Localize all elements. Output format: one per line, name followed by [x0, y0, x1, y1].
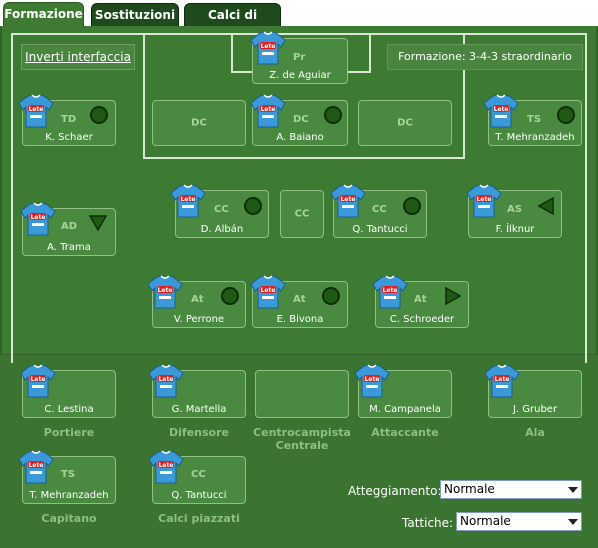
- player-name: V. Perrone: [173, 314, 225, 325]
- slot-position: AD: [61, 221, 78, 232]
- bench-label-portiere: Portiere: [43, 426, 95, 439]
- player-name: C. Schroeder: [389, 314, 455, 325]
- bench-label-centrocampista: Centrocampista Centrale: [246, 426, 358, 452]
- player-name: D. Albán: [200, 224, 244, 235]
- slot-position: DC: [191, 117, 207, 129]
- bench-label-line: Centrale: [275, 439, 329, 452]
- slot-position: Pr: [293, 52, 306, 63]
- status-circle-icon: [221, 287, 239, 305]
- player-name: F. İlknur: [495, 224, 535, 235]
- formation-label: Formazione: 3-4-3 straordinario: [387, 44, 583, 70]
- slot-position: CC: [294, 208, 310, 220]
- player-name: Q. Tantucci: [171, 490, 227, 501]
- player-name: K. Schaer: [45, 132, 93, 143]
- shirt-icon: [20, 202, 56, 236]
- arrow-left-icon: [537, 197, 554, 215]
- shirt-icon: [170, 184, 206, 218]
- slot-position: At: [414, 294, 427, 305]
- status-circle-icon: [403, 197, 421, 215]
- bench-label-attaccante: Attaccante: [371, 426, 439, 439]
- slot-position: TD: [61, 114, 77, 125]
- player-name: G. Martella: [171, 404, 227, 415]
- slot-position: CC: [372, 204, 387, 215]
- slot-position: DC: [293, 114, 309, 125]
- shirt-icon: [372, 275, 408, 309]
- bench-label-ala: Ala: [525, 426, 545, 439]
- player-name: A. Trama: [47, 242, 91, 253]
- shirt-icon: [250, 94, 286, 128]
- slot-position: TS: [527, 114, 542, 125]
- select-value: Normale: [460, 514, 511, 528]
- arrow-right-icon: [445, 287, 462, 305]
- shirt-icon: [466, 184, 502, 218]
- slot-position: At: [191, 294, 204, 305]
- shirt-icon: [148, 364, 184, 398]
- shirt-icon: [148, 450, 184, 484]
- slot-position: DC: [397, 117, 413, 129]
- shirt-icon: [18, 94, 54, 128]
- arrow-down-icon: [89, 215, 107, 232]
- slot-position: CC: [191, 469, 206, 480]
- shirt-icon: [354, 364, 390, 398]
- tattiche-select[interactable]: Normale: [456, 512, 582, 531]
- tab-sostituzioni[interactable]: Sostituzioni: [91, 3, 179, 26]
- atteggiamento-label: Atteggiamento:: [348, 484, 442, 498]
- shirt-icon: [250, 31, 286, 65]
- slot-position: At: [293, 294, 306, 305]
- chevron-down-icon[interactable]: [565, 514, 580, 529]
- status-circle-icon: [244, 197, 262, 215]
- label-calci-piazzati: Calci piazzati: [158, 512, 240, 525]
- select-value: Normale: [444, 482, 495, 496]
- status-circle-icon: [90, 106, 108, 124]
- player-name: Q. Tantucci: [352, 224, 408, 235]
- shirt-icon: [18, 450, 54, 484]
- bench-label-line: Centrocampista: [253, 426, 351, 439]
- slot-empty-midfielder[interactable]: CC: [280, 190, 324, 238]
- bench-slot-centrocampista[interactable]: [255, 370, 349, 418]
- player-name: T. Mehranzadeh: [29, 490, 109, 501]
- player-name: E. Bivona: [276, 314, 324, 325]
- shirt-icon: [147, 275, 183, 309]
- status-circle-icon: [324, 106, 342, 124]
- tab-bar: Formazione Sostituzioni Calci di Rigore: [0, 0, 598, 45]
- chevron-down-icon[interactable]: [565, 482, 580, 497]
- player-name: T. Mehranzadeh: [495, 132, 575, 143]
- shirt-icon: [483, 94, 519, 128]
- shirt-icon: [20, 364, 56, 398]
- tattiche-label: Tattiche:: [402, 516, 454, 530]
- slot-position: AS: [507, 204, 522, 215]
- shirt-icon: [484, 364, 520, 398]
- status-circle-icon: [322, 287, 340, 305]
- shirt-icon: [250, 275, 286, 309]
- tab-calci-di-rigore[interactable]: Calci di Rigore: [184, 3, 281, 45]
- shirt-icon: [330, 184, 366, 218]
- label-capitano: Capitano: [41, 512, 97, 525]
- invert-interface-button[interactable]: Inverti interfaccia: [21, 44, 135, 70]
- player-name: Z. de Aguiar: [269, 70, 331, 81]
- slot-position: CC: [214, 204, 229, 215]
- player-name: A. Baiano: [276, 132, 324, 143]
- tab-formazione[interactable]: Formazione: [3, 2, 84, 27]
- player-name: C. Lestina: [44, 404, 94, 415]
- status-circle-icon: [557, 106, 575, 124]
- slot-position: TS: [61, 469, 76, 480]
- atteggiamento-select[interactable]: Normale: [440, 480, 582, 499]
- slot-empty-defender-left[interactable]: DC: [152, 100, 246, 146]
- player-name: M. Campanela: [369, 404, 441, 415]
- slot-empty-defender-right[interactable]: DC: [358, 100, 452, 146]
- player-name: J. Gruber: [512, 404, 558, 415]
- bench-label-difensore: Difensore: [169, 426, 229, 439]
